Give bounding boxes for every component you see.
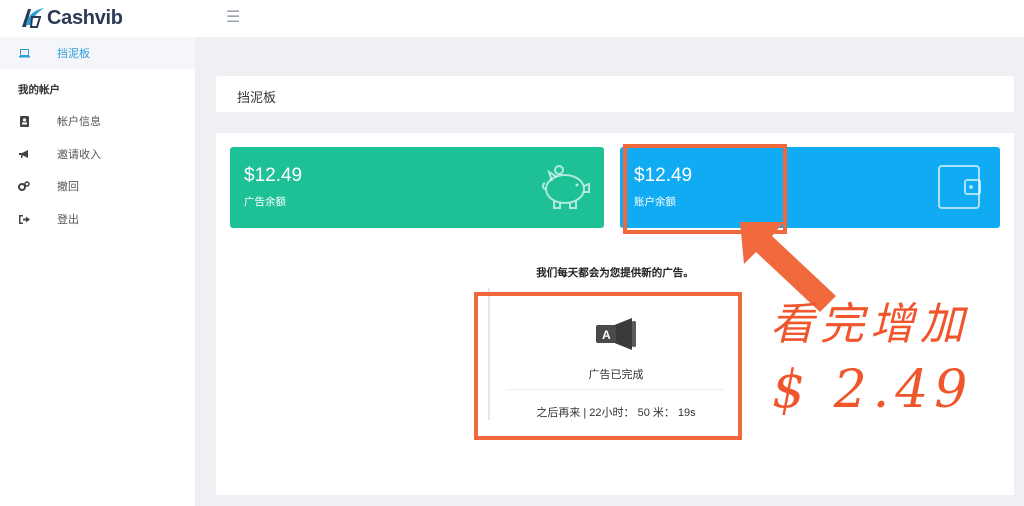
page-title: 挡泥板 bbox=[237, 90, 277, 105]
ad-balance-card: $12.49 广告余额 bbox=[230, 147, 604, 228]
page-title-card: 挡泥板 bbox=[216, 76, 1014, 112]
sidebar-item-label: 撤回 bbox=[57, 181, 79, 193]
highlight-box-ad-panel bbox=[474, 292, 742, 440]
sidebar-item-label: 帐户信息 bbox=[57, 116, 101, 128]
logo[interactable]: Cashvib bbox=[18, 4, 123, 32]
sidebar-item-label: 挡泥板 bbox=[57, 48, 90, 60]
sidebar-item-label: 邀请收入 bbox=[57, 149, 101, 161]
ad-balance-caption: 广告余额 bbox=[244, 196, 286, 208]
sign-out-icon bbox=[18, 214, 30, 224]
piggy-bank-icon bbox=[541, 165, 590, 209]
wallet-icon bbox=[938, 165, 981, 209]
sidebar-item-label: 登出 bbox=[57, 214, 79, 226]
sidebar-item-withdraw[interactable]: 撤回 bbox=[0, 170, 195, 202]
laptop-icon bbox=[18, 48, 30, 58]
notice-text: 我们每天都会为您提供新的广告。 bbox=[536, 267, 694, 279]
sidebar-item-logout[interactable]: 登出 bbox=[0, 203, 195, 235]
top-bar: Cashvib ☰ bbox=[0, 0, 1024, 37]
sidebar: 挡泥板 我的帐户 帐户信息 邀请收入 撤回 登出 bbox=[0, 37, 195, 506]
sidebar-item-dashboard[interactable]: 挡泥板 bbox=[0, 37, 195, 69]
logo-text: Cashvib bbox=[47, 6, 123, 29]
annotation-text-line1: 看完增加 bbox=[770, 299, 970, 350]
sidebar-item-invite-income[interactable]: 邀请收入 bbox=[0, 138, 195, 170]
annotation-text-line2: $ 2.49 bbox=[772, 360, 974, 420]
sidebar-section-heading: 我的帐户 bbox=[18, 84, 60, 96]
contact-card-icon bbox=[18, 115, 30, 127]
ad-balance-value: $12.49 bbox=[244, 165, 303, 186]
sidebar-item-account-info[interactable]: 帐户信息 bbox=[0, 105, 195, 137]
hamburger-icon[interactable]: ☰ bbox=[226, 9, 240, 27]
cashvib-logo-icon bbox=[22, 8, 44, 28]
gears-icon bbox=[18, 181, 30, 191]
megaphone-icon bbox=[18, 149, 30, 159]
